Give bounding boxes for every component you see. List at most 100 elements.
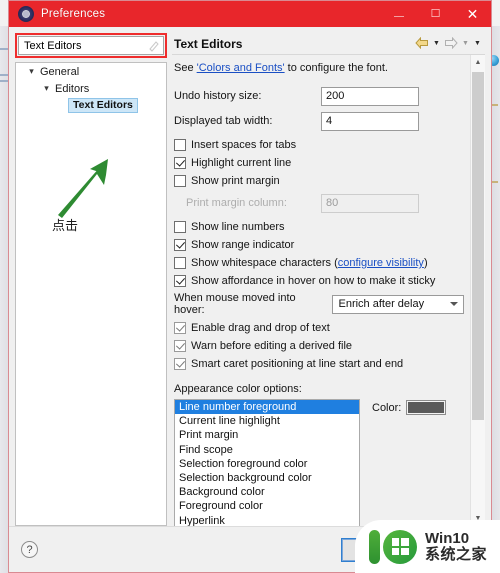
clear-icon[interactable] — [148, 40, 160, 52]
list-item[interactable]: Selection background color — [175, 471, 359, 485]
scrollbar-track[interactable] — [471, 70, 485, 511]
close-button[interactable]: ✕ — [454, 1, 491, 27]
show-line-numbers-row[interactable]: Show line numbers — [174, 218, 464, 236]
highlight-current-line-label: Highlight current line — [191, 157, 292, 169]
show-range-indicator-label: Show range indicator — [191, 239, 295, 251]
filter-search-box[interactable] — [18, 36, 164, 55]
maximize-button[interactable]: ☐ — [417, 1, 454, 27]
appearance-color-listbox[interactable]: Line number foreground Current line high… — [174, 399, 360, 526]
window-title: Preferences — [41, 8, 106, 20]
highlight-current-line-checkbox[interactable] — [174, 157, 186, 169]
tree-item-editors[interactable]: ▾ Editors — [16, 80, 166, 97]
hover-mode-select[interactable]: Enrich after delay — [332, 294, 464, 314]
appearance-color-options-label: Appearance color options: — [174, 383, 302, 395]
show-affordance-row[interactable]: Show affordance in hover on how to make … — [174, 272, 464, 290]
color-label: Color: — [372, 401, 402, 414]
search-highlight-box — [15, 33, 167, 58]
view-menu-chevron-down-icon[interactable]: ▼ — [472, 35, 483, 51]
minimize-button[interactable] — [380, 1, 417, 27]
show-line-numbers-checkbox[interactable] — [174, 221, 186, 233]
list-item[interactable]: Foreground color — [175, 499, 359, 513]
list-item[interactable]: Current line highlight — [175, 414, 359, 428]
print-margin-column-row: Print margin column: — [174, 193, 464, 213]
smart-caret-row[interactable]: Smart caret positioning at line start an… — [174, 355, 464, 373]
show-line-numbers-label: Show line numbers — [191, 221, 285, 233]
chevron-down-icon[interactable]: ▾ — [26, 66, 37, 77]
preferences-dialog: Preferences ☐ ✕ ▾ Gen — [8, 0, 492, 573]
tree-item-general[interactable]: ▾ General — [16, 63, 166, 80]
undo-history-size-input[interactable] — [321, 86, 419, 106]
print-margin-column-label: Print margin column: — [186, 197, 287, 209]
font-hint: See 'Colors and Fonts' to configure the … — [174, 62, 464, 74]
configure-visibility-link[interactable]: configure visibility — [338, 257, 424, 269]
enable-drag-drop-checkbox[interactable] — [174, 322, 186, 334]
show-whitespace-characters-label: Show whitespace characters ( — [191, 257, 338, 269]
displayed-tab-width-input[interactable] — [321, 111, 419, 131]
show-range-indicator-checkbox[interactable] — [174, 239, 186, 251]
hover-mode-label: When mouse moved into hover: — [174, 292, 296, 316]
chevron-down-icon[interactable] — [450, 301, 458, 306]
appearance-color-area: Line number foreground Current line high… — [174, 399, 464, 526]
hover-mode-row: When mouse moved into hover: Enrich afte… — [174, 292, 464, 316]
show-print-margin-checkbox[interactable] — [174, 175, 186, 187]
window-controls: ☐ ✕ — [380, 1, 491, 27]
tree-item-label: Text Editors — [68, 98, 138, 113]
forward-arrow-icon — [443, 35, 459, 51]
scrollbar-thumb[interactable] — [472, 72, 484, 420]
color-picker-area: Color: — [372, 400, 447, 415]
undo-history-size-row: Undo history size: — [174, 86, 464, 106]
list-item[interactable]: Line number foreground — [175, 400, 359, 415]
left-panel: ▾ General ▾ Editors Text Editors 点击 — [15, 33, 167, 526]
page-title: Text Editors — [174, 36, 243, 51]
annotation-text: 点击 — [52, 219, 79, 234]
tree-item-label: Editors — [55, 82, 90, 95]
warn-before-editing-row[interactable]: Warn before editing a derived file — [174, 337, 464, 355]
help-icon[interactable]: ? — [21, 541, 38, 558]
content-vertical-scrollbar[interactable]: ▲ ▼ — [470, 55, 485, 526]
list-item[interactable]: Selection foreground color — [175, 457, 359, 471]
list-item[interactable]: Print margin — [175, 428, 359, 442]
show-whitespace-characters-checkbox[interactable] — [174, 257, 186, 269]
list-item[interactable]: Find scope — [175, 443, 359, 457]
highlight-current-line-row[interactable]: Highlight current line — [174, 154, 464, 172]
show-range-indicator-row[interactable]: Show range indicator — [174, 236, 464, 254]
show-whitespace-characters-row[interactable]: Show whitespace characters (configure vi… — [174, 254, 464, 272]
warn-before-editing-checkbox[interactable] — [174, 340, 186, 352]
hint-after: to configure the font. — [284, 62, 388, 74]
show-affordance-label: Show affordance in hover on how to make … — [191, 275, 436, 287]
show-affordance-checkbox[interactable] — [174, 275, 186, 287]
chevron-down-icon[interactable]: ▼ — [471, 511, 485, 526]
enable-drag-drop-row[interactable]: Enable drag and drop of text — [174, 319, 464, 337]
whitespace-suffix: ) — [423, 257, 428, 269]
show-print-margin-row[interactable]: Show print margin — [174, 172, 464, 190]
apply-and-close-button[interactable] — [341, 538, 395, 562]
navigation-icons: ▼ ▼ ▼ — [414, 35, 483, 51]
smart-caret-label: Smart caret positioning at line start an… — [191, 358, 404, 370]
title-bar: Preferences ☐ ✕ — [9, 1, 491, 27]
insert-spaces-for-tabs-label: Insert spaces for tabs — [191, 139, 297, 151]
preferences-tree[interactable]: ▾ General ▾ Editors Text Editors 点击 — [15, 62, 167, 526]
forward-dropdown-chevron-down-icon[interactable]: ▼ — [460, 35, 471, 51]
hover-mode-value: Enrich after delay — [338, 298, 425, 310]
enable-drag-drop-label: Enable drag and drop of text — [191, 322, 330, 334]
colors-and-fonts-link[interactable]: 'Colors and Fonts' — [197, 62, 285, 74]
tree-item-label: General — [40, 65, 80, 78]
preferences-gear-icon — [18, 6, 34, 22]
dialog-body: ▾ General ▾ Editors Text Editors 点击 — [9, 27, 491, 526]
insert-spaces-for-tabs-checkbox[interactable] — [174, 139, 186, 151]
chevron-down-icon[interactable]: ▾ — [41, 83, 52, 94]
displayed-tab-width-row: Displayed tab width: — [174, 111, 464, 131]
list-item[interactable]: Hyperlink — [175, 514, 359, 527]
color-swatch-button[interactable] — [406, 400, 447, 415]
list-item[interactable]: Background color — [175, 485, 359, 499]
back-arrow-icon[interactable] — [414, 35, 430, 51]
print-margin-column-input — [321, 193, 419, 213]
smart-caret-checkbox[interactable] — [174, 358, 186, 370]
insert-spaces-for-tabs-row[interactable]: Insert spaces for tabs — [174, 136, 464, 154]
right-panel: Text Editors ▼ ▼ ▼ See 'Colors and Fonts… — [172, 33, 485, 526]
green-arrow-annotation — [58, 159, 108, 218]
back-dropdown-chevron-down-icon[interactable]: ▼ — [431, 35, 442, 51]
chevron-up-icon[interactable]: ▲ — [471, 55, 485, 70]
tree-item-text-editors[interactable]: Text Editors — [16, 97, 166, 114]
search-input[interactable] — [19, 37, 163, 54]
